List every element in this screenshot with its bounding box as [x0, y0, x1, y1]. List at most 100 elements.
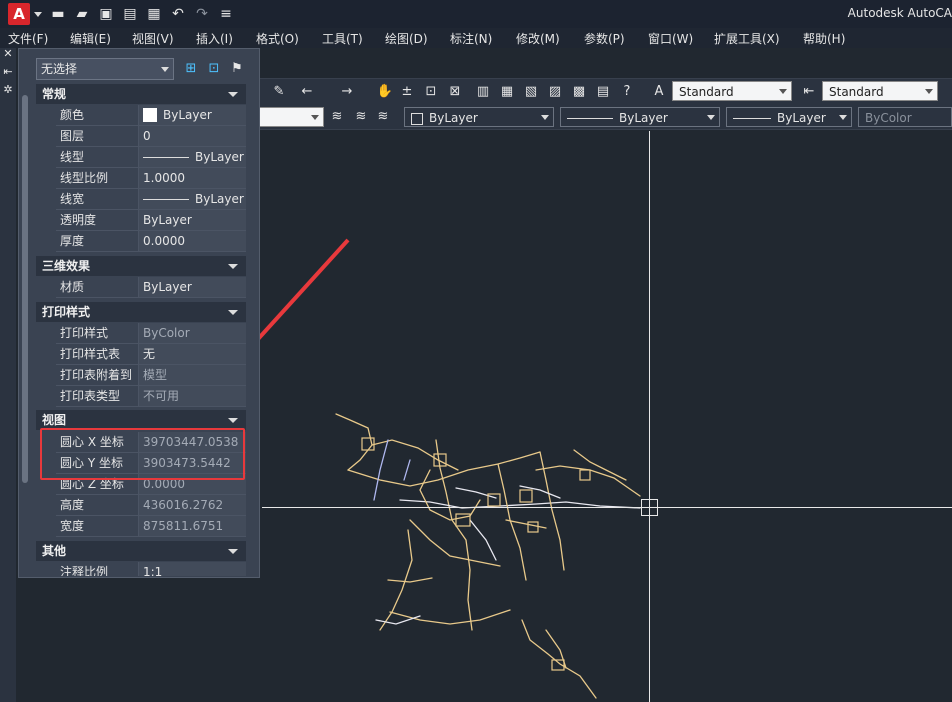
- prop-row-width[interactable]: 宽度 875811.6751: [56, 516, 246, 537]
- sheet-set-icon[interactable]: ▨: [546, 83, 564, 101]
- menu-parameters[interactable]: 参数(P): [584, 30, 625, 47]
- prop-value[interactable]: ByLayer: [138, 277, 246, 298]
- menu-window[interactable]: 窗口(W): [648, 30, 693, 47]
- design-center-icon[interactable]: ▦: [498, 83, 516, 101]
- palette-scrollbar[interactable]: [22, 95, 28, 483]
- prop-row-plot-attached[interactable]: 打印表附着到 模型: [56, 365, 246, 386]
- markup-icon[interactable]: ▩: [570, 83, 588, 101]
- dim-style-combo[interactable]: Standard: [822, 81, 938, 101]
- open-folder-icon[interactable]: ▰: [74, 6, 90, 22]
- prop-value[interactable]: 模型: [138, 365, 246, 386]
- chevron-down-icon: [707, 115, 715, 120]
- layer-combo[interactable]: [258, 107, 324, 127]
- zoom-window-icon[interactable]: ⊡: [422, 83, 440, 101]
- prop-value[interactable]: 不可用: [138, 386, 246, 407]
- prop-value[interactable]: ByLayer: [138, 210, 246, 231]
- prop-value[interactable]: 无: [138, 344, 246, 365]
- color-combo[interactable]: ByLayer: [404, 107, 554, 127]
- lineweight-combo[interactable]: ByLayer: [726, 107, 852, 127]
- prop-row-color[interactable]: 颜色 ByLayer: [56, 105, 246, 126]
- prop-row-lineweight[interactable]: 线宽 ByLayer: [56, 189, 246, 210]
- layer-previous-icon[interactable]: ≋: [352, 108, 370, 126]
- undo-icon[interactable]: ↶: [170, 6, 186, 22]
- make-current-layer-icon[interactable]: ≋: [328, 108, 346, 126]
- quick-access-menu-icon[interactable]: ≡: [218, 6, 234, 22]
- prop-row-height[interactable]: 高度 436016.2762: [56, 495, 246, 516]
- section-view-label: 视图: [42, 413, 67, 427]
- prop-value[interactable]: 875811.6751: [138, 516, 246, 537]
- title-bar: A ▬ ▰ ▣ ▤ ▦ ↶ ↷ ≡ Autodesk AutoCA: [0, 0, 952, 28]
- autocad-logo-icon[interactable]: A: [8, 3, 30, 25]
- prop-row-plot-type[interactable]: 打印表类型 不可用: [56, 386, 246, 407]
- section-3d-effects[interactable]: 三维效果: [36, 256, 246, 276]
- prop-row-linetype-scale[interactable]: 线型比例 1.0000: [56, 168, 246, 189]
- quick-select-icon[interactable]: ⚑: [228, 60, 246, 78]
- properties-icon[interactable]: ▥: [474, 83, 492, 101]
- auto-hide-icon[interactable]: ⇤: [2, 66, 14, 78]
- selection-dropdown[interactable]: 无选择: [36, 58, 174, 80]
- save-icon[interactable]: ▣: [98, 6, 114, 22]
- menu-file[interactable]: 文件(F): [8, 30, 48, 47]
- text-style-combo[interactable]: Standard: [672, 81, 792, 101]
- prop-value[interactable]: 1.0000: [138, 168, 246, 189]
- prop-value[interactable]: ByLayer: [138, 147, 246, 168]
- toggle-pickadd-icon[interactable]: ⊞: [182, 60, 200, 78]
- prop-row-transparency[interactable]: 透明度 ByLayer: [56, 210, 246, 231]
- linetype-combo[interactable]: ByLayer: [560, 107, 720, 127]
- prop-row-plot-style[interactable]: 打印样式 ByColor: [56, 323, 246, 344]
- prop-row-linetype[interactable]: 线型 ByLayer: [56, 147, 246, 168]
- gear-icon[interactable]: ✲: [2, 84, 14, 96]
- menu-insert[interactable]: 插入(I): [196, 30, 233, 47]
- close-icon[interactable]: ✕: [2, 48, 14, 60]
- zoom-previous-icon[interactable]: ⊠: [446, 83, 464, 101]
- text-style-icon[interactable]: A: [650, 83, 668, 101]
- save-as-icon[interactable]: ▤: [122, 6, 138, 22]
- prop-value[interactable]: ByColor: [138, 323, 246, 344]
- prop-value[interactable]: ByLayer: [138, 105, 246, 126]
- zoom-realtime-icon[interactable]: ±: [398, 83, 416, 101]
- menu-edit[interactable]: 编辑(E): [70, 30, 111, 47]
- collapse-icon: [228, 310, 238, 315]
- select-objects-icon[interactable]: ⊡: [205, 60, 223, 78]
- layer-states-icon[interactable]: ≋: [374, 108, 392, 126]
- prop-value[interactable]: ByLayer: [138, 189, 246, 210]
- prop-value[interactable]: 436016.2762: [138, 495, 246, 516]
- palette-title-strip[interactable]: ✕ ⇤ ✲: [0, 48, 16, 702]
- section-misc[interactable]: 其他: [36, 541, 246, 561]
- menu-draw[interactable]: 绘图(D): [385, 30, 428, 47]
- calculator-icon[interactable]: ▤: [594, 83, 612, 101]
- prop-row-material[interactable]: 材质 ByLayer: [56, 277, 246, 298]
- redo-icon[interactable]: ↷: [194, 6, 210, 22]
- section-plot-style[interactable]: 打印样式: [36, 302, 246, 322]
- prop-key: 材质: [56, 277, 138, 298]
- tool-palettes-icon[interactable]: ▧: [522, 83, 540, 101]
- color-value: ByLayer: [429, 111, 478, 125]
- redo-icon[interactable]: →: [338, 83, 356, 101]
- prop-value[interactable]: 0.0000: [138, 231, 246, 252]
- prop-row-annotation-scale[interactable]: 注释比例 1:1: [56, 562, 246, 576]
- pan-icon[interactable]: ✋: [376, 83, 394, 101]
- prop-row-thickness[interactable]: 厚度 0.0000: [56, 231, 246, 252]
- app-menu-caret-icon[interactable]: [34, 11, 42, 17]
- menu-view[interactable]: 视图(V): [132, 30, 174, 47]
- print-icon[interactable]: ▦: [146, 6, 162, 22]
- prop-key: 线宽: [56, 189, 138, 210]
- menu-express-tools[interactable]: 扩展工具(X): [714, 30, 780, 47]
- section-view[interactable]: 视图: [36, 410, 246, 430]
- prop-row-plot-table[interactable]: 打印样式表无: [56, 344, 246, 365]
- section-general[interactable]: 常规: [36, 84, 246, 104]
- prop-row-layer[interactable]: 图层 0: [56, 126, 246, 147]
- dim-style-icon[interactable]: ⇤: [800, 83, 818, 101]
- menu-help[interactable]: 帮助(H): [803, 30, 845, 47]
- new-file-icon[interactable]: ▬: [50, 6, 66, 22]
- help-icon[interactable]: ?: [618, 83, 636, 101]
- match-properties-icon[interactable]: ✎: [270, 83, 288, 101]
- menu-dimension[interactable]: 标注(N): [450, 30, 492, 47]
- prop-value[interactable]: 1:1: [138, 562, 246, 576]
- menu-tools[interactable]: 工具(T): [322, 30, 363, 47]
- plotstyle-combo[interactable]: ByColor: [858, 107, 952, 127]
- menu-format[interactable]: 格式(O): [256, 30, 299, 47]
- prop-value[interactable]: 0: [138, 126, 246, 147]
- menu-modify[interactable]: 修改(M): [516, 30, 560, 47]
- undo-icon[interactable]: ←: [298, 83, 316, 101]
